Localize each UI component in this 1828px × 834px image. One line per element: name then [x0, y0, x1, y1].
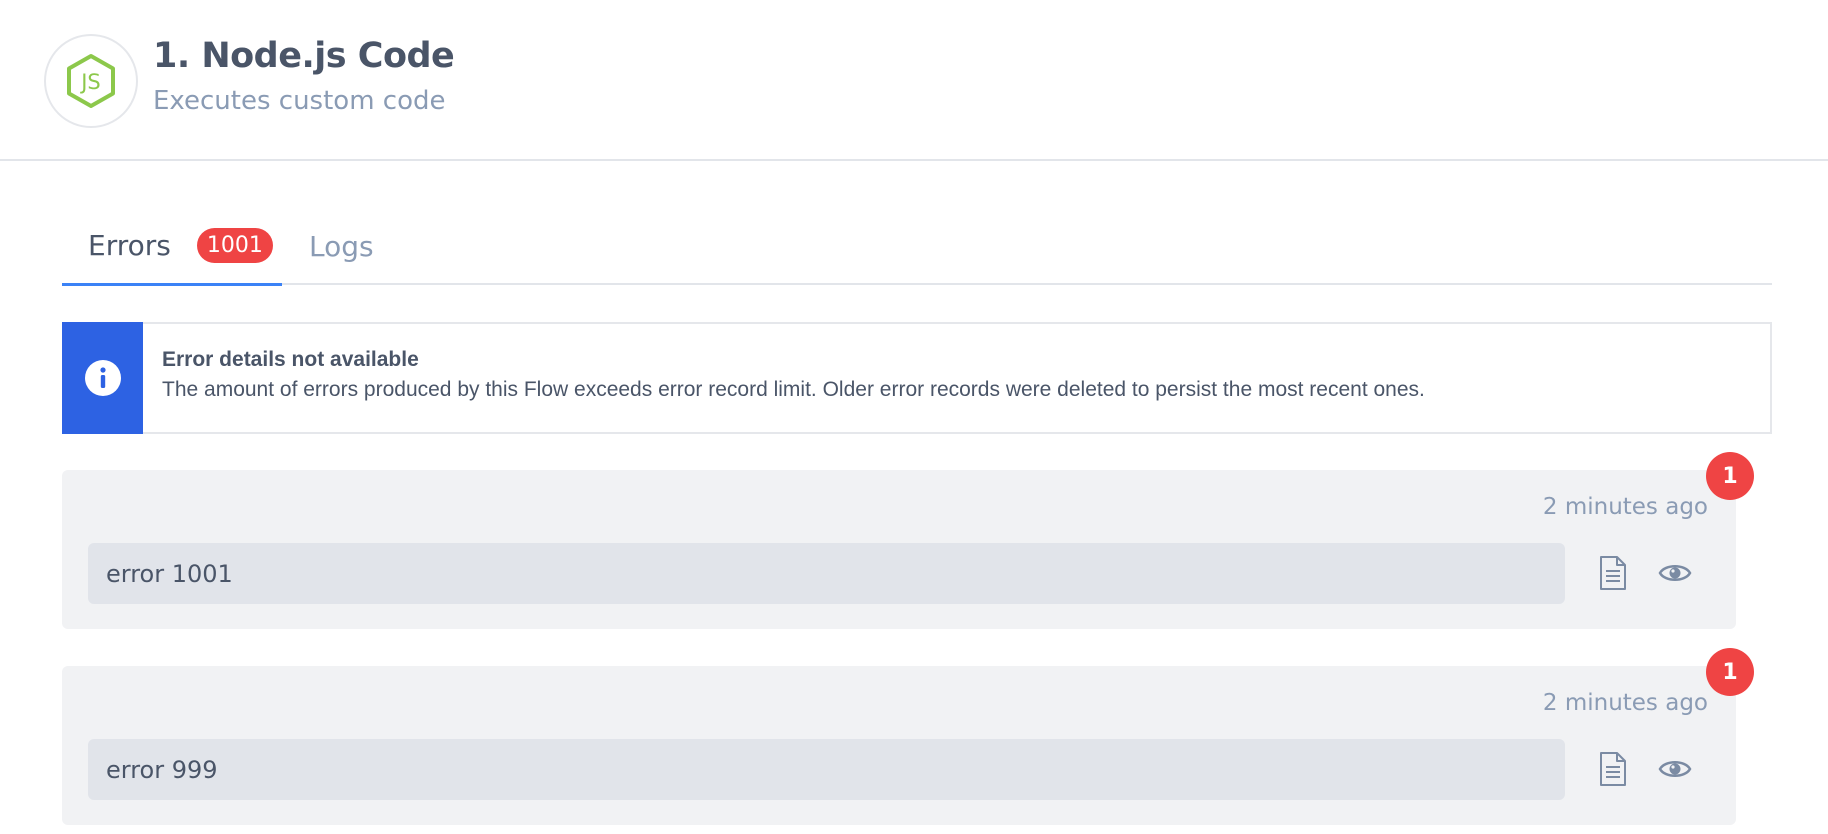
error-message: error 999: [88, 739, 1565, 800]
error-timestamp: 2 minutes ago: [1542, 690, 1708, 716]
alert-message: The amount of errors produced by this Fl…: [162, 378, 1425, 401]
alert-title: Error details not available: [162, 348, 419, 371]
nodejs-logo: JS: [44, 34, 138, 128]
tab-logs[interactable]: Logs: [309, 208, 374, 285]
tab-errors-label: Errors: [88, 229, 171, 262]
occurrence-count-badge: 1: [1706, 648, 1754, 696]
nodejs-logo-text: JS: [79, 70, 101, 94]
alert-icon-panel: [62, 322, 143, 434]
eye-icon[interactable]: [1654, 552, 1696, 594]
error-card: 1 2 minutes ago error 999: [62, 648, 1754, 825]
node-header: JS 1. Node.js Code Executes custom code: [0, 0, 1828, 161]
tab-bar: Errors 1001 Logs: [62, 208, 1772, 286]
page-subtitle: Executes custom code: [153, 86, 446, 116]
eye-icon[interactable]: [1654, 748, 1696, 790]
nodejs-hexagon-icon: JS: [67, 54, 115, 108]
document-icon[interactable]: [1592, 552, 1634, 594]
error-timestamp: 2 minutes ago: [1542, 494, 1708, 520]
error-count-badge: 1001: [196, 228, 273, 263]
tab-errors[interactable]: Errors 1001: [62, 208, 282, 286]
document-icon[interactable]: [1592, 748, 1634, 790]
page-title: 1. Node.js Code: [153, 36, 455, 76]
info-alert: Error details not available The amount o…: [62, 322, 1772, 434]
occurrence-count-badge: 1: [1706, 452, 1754, 500]
tab-logs-label: Logs: [309, 230, 374, 263]
error-message: error 1001: [88, 543, 1565, 604]
info-icon: [84, 360, 121, 396]
error-card: 1 2 minutes ago error 1001: [62, 452, 1754, 629]
